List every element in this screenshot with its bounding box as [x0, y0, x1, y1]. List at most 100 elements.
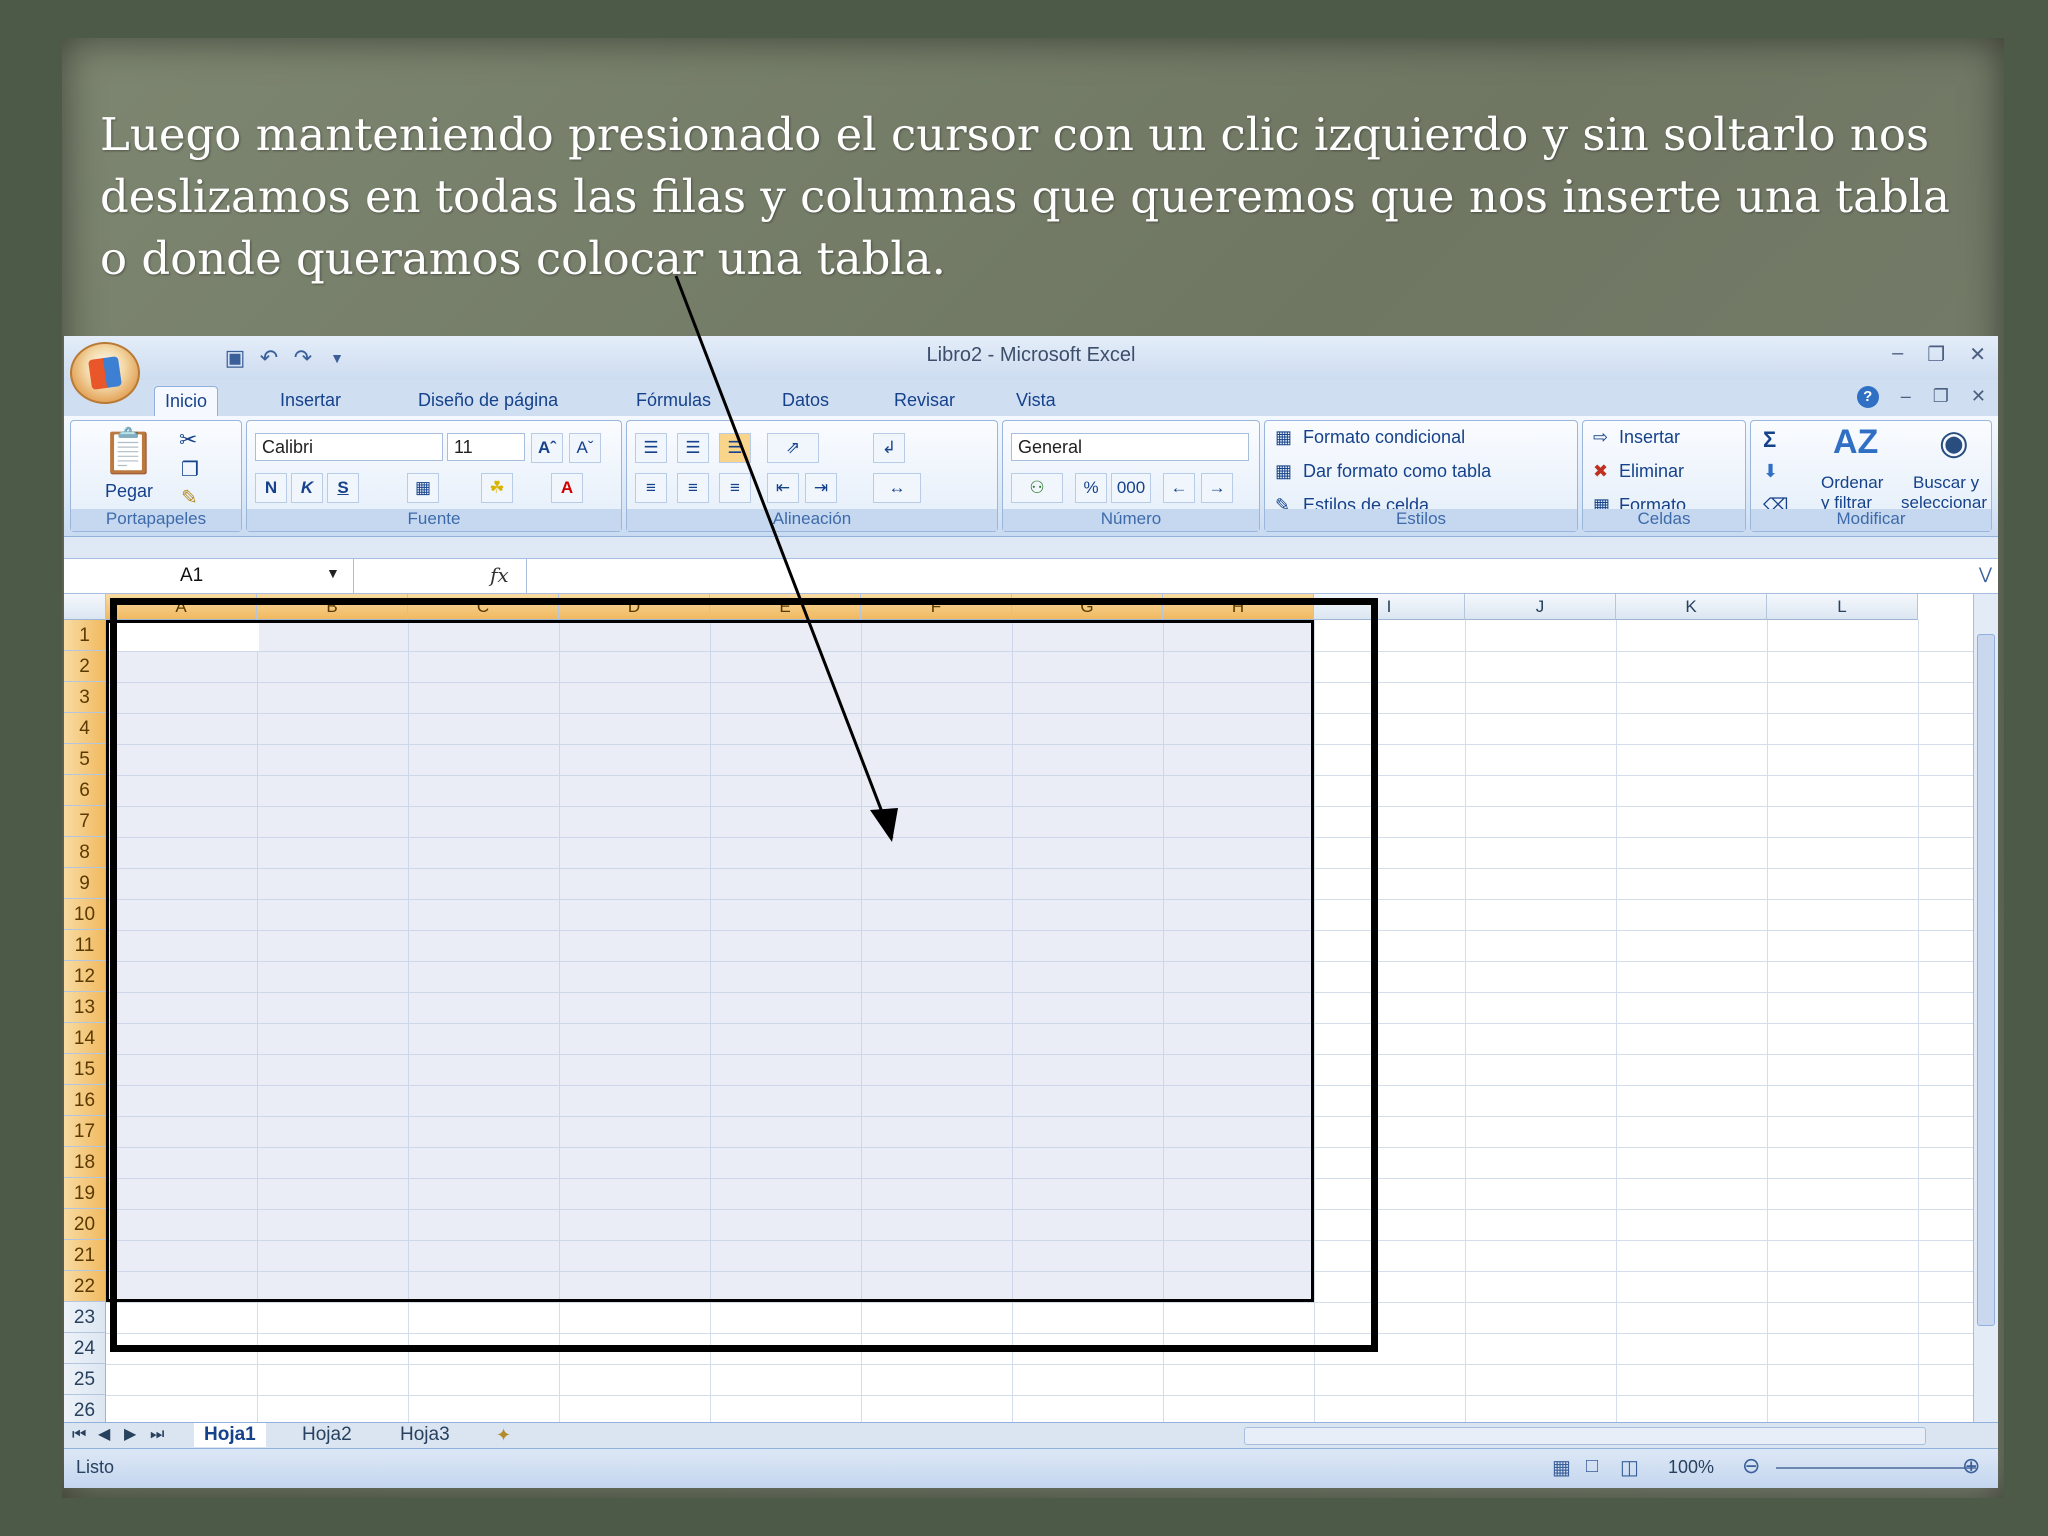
zoom-in-icon[interactable]: ⊕: [1962, 1453, 1980, 1479]
delete-cells-button[interactable]: Eliminar: [1619, 461, 1684, 482]
row-header-25[interactable]: 25: [64, 1364, 106, 1395]
merge-center-icon[interactable]: ↔: [873, 473, 921, 503]
number-format-box[interactable]: General: [1011, 433, 1249, 461]
shrink-font-icon[interactable]: Aˇ: [569, 433, 601, 463]
decrease-indent-icon[interactable]: ⇤: [767, 473, 799, 503]
row-header-15[interactable]: 15: [64, 1054, 106, 1085]
underline-button[interactable]: S: [327, 473, 359, 503]
conditional-format-button[interactable]: Formato condicional: [1303, 427, 1465, 448]
autosum-icon[interactable]: Σ: [1763, 427, 1776, 453]
sheet-tab-hoja1[interactable]: Hoja1: [194, 1423, 266, 1447]
find-select-label-1[interactable]: Buscar y: [1913, 473, 1979, 493]
row-header-4[interactable]: 4: [64, 713, 106, 744]
column-header-l[interactable]: L: [1767, 594, 1918, 620]
worksheet-grid[interactable]: A B C D E F G H I J K L 1 2 3 4 5 6 7 8 9 10 11 12 13 14 15 16 17 18 1…: [64, 594, 1974, 1422]
row-header-12[interactable]: 12: [64, 961, 106, 992]
tab-formulas[interactable]: Fórmulas: [626, 386, 721, 415]
row-header-23[interactable]: 23: [64, 1302, 106, 1333]
align-left-icon[interactable]: ≡: [635, 473, 667, 503]
insert-sheet-icon[interactable]: ✦: [496, 1423, 511, 1447]
ribbon-restore-icon[interactable]: ❐: [1933, 386, 1949, 408]
sort-filter-icon[interactable]: AZ: [1833, 423, 1878, 462]
row-header-7[interactable]: 7: [64, 806, 106, 837]
row-header-20[interactable]: 20: [64, 1209, 106, 1240]
column-header-j[interactable]: J: [1465, 594, 1616, 620]
orientation-icon[interactable]: ⇗: [767, 433, 819, 463]
font-size-box[interactable]: 11: [447, 433, 525, 461]
minimize-icon[interactable]: –: [1892, 342, 1903, 367]
name-box[interactable]: A1: [64, 559, 354, 593]
zoom-out-icon[interactable]: ⊖: [1742, 1453, 1760, 1479]
sheet-tab-hoja3[interactable]: Hoja3: [400, 1423, 450, 1447]
select-all-corner[interactable]: [64, 594, 106, 620]
paste-button[interactable]: Pegar: [105, 481, 153, 502]
row-header-26[interactable]: 26: [64, 1395, 106, 1422]
copy-icon[interactable]: ❐: [181, 457, 199, 482]
ribbon-close-icon[interactable]: ✕: [1971, 386, 1986, 408]
close-icon[interactable]: ✕: [1969, 342, 1986, 367]
help-icon[interactable]: ?: [1856, 386, 1879, 408]
currency-icon[interactable]: ⚇: [1011, 473, 1063, 503]
vertical-scrollbar[interactable]: [1973, 594, 1998, 1422]
first-sheet-icon[interactable]: ⏮: [72, 1423, 86, 1447]
prev-sheet-icon[interactable]: ◀: [98, 1423, 110, 1447]
format-painter-icon[interactable]: ✎: [181, 485, 198, 510]
align-bottom-icon[interactable]: ☰: [719, 433, 751, 463]
grow-font-icon[interactable]: Aˆ: [531, 433, 563, 463]
decrease-decimal-icon[interactable]: →: [1201, 473, 1233, 503]
row-header-5[interactable]: 5: [64, 744, 106, 775]
normal-view-icon[interactable]: ▦: [1552, 1455, 1571, 1480]
ribbon-minimize-icon[interactable]: –: [1901, 386, 1911, 408]
sheet-tab-hoja2[interactable]: Hoja2: [302, 1423, 352, 1447]
align-center-icon[interactable]: ≡: [677, 473, 709, 503]
align-middle-icon[interactable]: ☰: [677, 433, 709, 463]
wrap-text-icon[interactable]: ↲: [873, 433, 905, 463]
row-header-13[interactable]: 13: [64, 992, 106, 1023]
row-header-19[interactable]: 19: [64, 1178, 106, 1209]
row-header-10[interactable]: 10: [64, 899, 106, 930]
increase-indent-icon[interactable]: ⇥: [805, 473, 837, 503]
tab-datos[interactable]: Datos: [772, 386, 839, 415]
row-header-14[interactable]: 14: [64, 1023, 106, 1054]
row-header-22[interactable]: 22: [64, 1271, 106, 1302]
row-header-9[interactable]: 9: [64, 868, 106, 899]
formula-input[interactable]: [526, 559, 1968, 593]
align-top-icon[interactable]: ☰: [635, 433, 667, 463]
row-header-17[interactable]: 17: [64, 1116, 106, 1147]
row-header-6[interactable]: 6: [64, 775, 106, 806]
sort-filter-label-1[interactable]: Ordenar: [1821, 473, 1883, 493]
row-header-1[interactable]: 1: [64, 620, 106, 651]
row-header-16[interactable]: 16: [64, 1085, 106, 1116]
italic-button[interactable]: K: [291, 473, 323, 503]
font-color-icon[interactable]: A: [551, 473, 583, 503]
align-right-icon[interactable]: ≡: [719, 473, 751, 503]
column-header-k[interactable]: K: [1616, 594, 1767, 620]
office-button[interactable]: [70, 342, 140, 404]
tab-revisar[interactable]: Revisar: [884, 386, 965, 415]
zoom-slider[interactable]: [1776, 1467, 1976, 1469]
next-sheet-icon[interactable]: ▶: [124, 1423, 136, 1447]
format-as-table-button[interactable]: Dar formato como tabla: [1303, 461, 1491, 482]
row-header-21[interactable]: 21: [64, 1240, 106, 1271]
paste-icon[interactable]: 📋: [101, 425, 156, 477]
find-select-icon[interactable]: ◉: [1939, 423, 1969, 463]
bold-button[interactable]: N: [255, 473, 287, 503]
tab-insertar[interactable]: Insertar: [270, 386, 351, 415]
page-layout-view-icon[interactable]: □: [1586, 1455, 1598, 1478]
thousands-button[interactable]: 000: [1111, 473, 1151, 503]
restore-icon[interactable]: ❐: [1927, 342, 1945, 367]
last-sheet-icon[interactable]: ⏭: [150, 1423, 164, 1447]
expand-formula-icon[interactable]: ⋁: [1979, 564, 1992, 584]
name-box-dropdown-icon[interactable]: ▼: [326, 565, 340, 581]
insert-function-icon[interactable]: fx: [490, 563, 509, 587]
page-break-view-icon[interactable]: ◫: [1620, 1455, 1639, 1480]
row-header-11[interactable]: 11: [64, 930, 106, 961]
vertical-scroll-thumb[interactable]: [1977, 634, 1995, 1326]
font-name-box[interactable]: Calibri: [255, 433, 443, 461]
tab-vista[interactable]: Vista: [1006, 386, 1066, 415]
horizontal-scrollbar[interactable]: [1244, 1427, 1926, 1445]
borders-icon[interactable]: ▦: [407, 473, 439, 503]
cut-icon[interactable]: ✂: [179, 427, 197, 453]
tab-inicio[interactable]: Inicio: [154, 386, 219, 416]
row-header-3[interactable]: 3: [64, 682, 106, 713]
